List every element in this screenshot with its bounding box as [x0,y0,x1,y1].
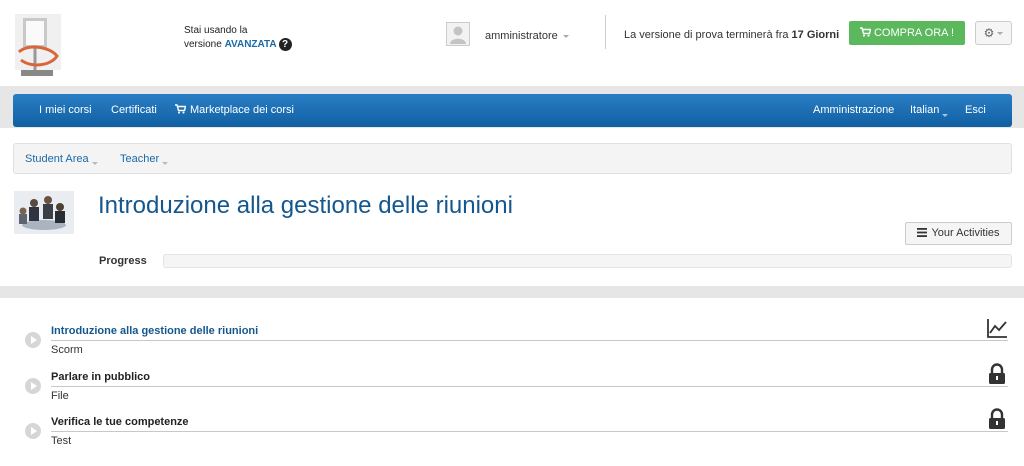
user-menu[interactable]: amministratore [485,30,569,42]
teacher-label: Teacher [120,153,160,165]
activity-type: File [51,390,69,402]
nav-language[interactable]: Italian [910,104,949,117]
course-header-panel: Student Area Teacher Introduzione alla g… [0,128,1024,286]
divider [51,431,1008,432]
list-item[interactable]: Introduzione alla gestione delle riunion… [0,319,1024,365]
chevron-down-icon [562,34,569,38]
area-nav: Student Area Teacher [13,143,1012,174]
buy-now-button[interactable]: COMPRA ORA ! [849,21,965,45]
activity-title[interactable]: Verifica le tue competenze [51,416,189,428]
gear-icon: ⚙ [983,26,995,40]
settings-button[interactable]: ⚙ [975,21,1012,45]
chevron-down-icon [997,32,1004,36]
username: amministratore [485,30,558,42]
version-name: AVANZATA [224,39,277,51]
nav-admin[interactable]: Amministrazione [813,104,894,116]
help-icon[interactable]: ? [278,38,292,51]
progress-bar [163,254,1012,268]
progress-label: Progress [99,255,147,267]
cart-icon [859,27,872,37]
trial-notice: La versione di prova terminerà fra 17 Gi… [624,29,839,41]
play-icon[interactable] [25,423,41,439]
play-icon[interactable] [25,332,41,348]
chevron-down-icon [942,114,949,117]
nav-marketplace[interactable]: Marketplace dei corsi [175,104,294,116]
nav-marketplace-label: Marketplace dei corsi [190,104,294,116]
activity-type: Test [51,435,72,447]
lock-icon [989,408,1005,429]
avatar[interactable] [446,22,470,46]
activity-list: Introduzione alla gestione delle riunion… [0,298,1024,466]
cart-icon [175,104,187,114]
list-item[interactable]: Verifica le tue competenze Test [0,408,1024,456]
chevron-down-icon [162,162,169,165]
your-activities-label: Your Activities [931,227,1000,239]
main-nav: I miei corsi Certificati Marketplace dei… [13,94,1012,127]
version-info: Stai usando la versione AVANZATA? [184,24,292,52]
student-area-label: Student Area [25,153,89,165]
lock-icon [989,363,1005,384]
divider [51,340,1008,341]
course-title: Introduzione alla gestione delle riunion… [98,192,513,219]
divider [51,386,1008,387]
teacher-menu[interactable]: Teacher [120,153,169,165]
trial-text: La versione di prova terminerà fra [624,29,792,41]
nav-my-courses[interactable]: I miei corsi [39,104,92,116]
chart-icon[interactable] [986,317,1008,339]
your-activities-button[interactable]: Your Activities [905,222,1012,245]
version-prefix: versione [184,39,225,51]
top-header: Stai usando la versione AVANZATA? ammini… [0,0,1024,86]
list-icon [917,228,928,237]
activity-title[interactable]: Introduzione alla gestione delle riunion… [51,325,258,337]
buy-now-label: COMPRA ORA ! [873,27,955,39]
activity-type: Scorm [51,344,83,356]
list-item[interactable]: Parlare in pubblico File [0,363,1024,411]
play-icon[interactable] [25,378,41,394]
nav-certificates[interactable]: Certificati [111,104,157,116]
nav-language-label: Italian [910,104,940,116]
version-line2: versione AVANZATA? [184,38,292,52]
course-thumbnail [14,191,74,234]
divider [605,15,606,49]
trial-days: 17 Giorni [791,29,840,41]
student-area-menu[interactable]: Student Area [25,153,98,165]
version-line1: Stai usando la [184,25,248,36]
chevron-down-icon [91,162,98,165]
nav-logout[interactable]: Esci [965,104,986,116]
activity-title[interactable]: Parlare in pubblico [51,371,150,383]
user-icon [450,26,466,44]
logo-icon[interactable] [13,12,63,80]
